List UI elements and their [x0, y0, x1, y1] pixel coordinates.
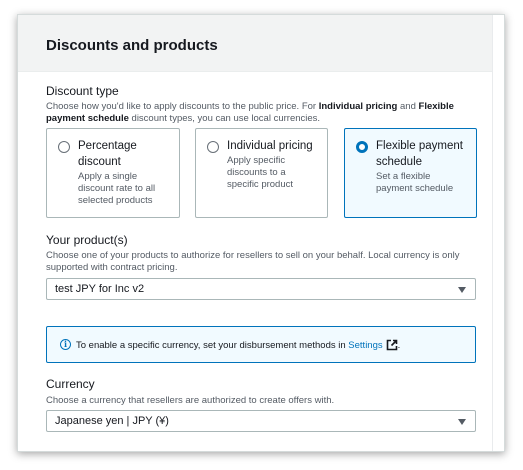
tile-title: Individual pricing — [227, 138, 313, 154]
info-alert: i To enable a specific currency, set you… — [46, 326, 476, 363]
tile-desc-line: payment schedule — [376, 183, 454, 194]
tile-description: Apply a single discount rate to all sele… — [78, 171, 155, 207]
tile-desc-line: discount rate to all — [78, 183, 156, 194]
caret-down-icon — [458, 419, 466, 425]
tile-desc-line: Apply a single — [78, 171, 138, 182]
caret-down-icon — [458, 287, 466, 293]
tile-percentage-discount[interactable]: Percentage discount Apply a single disco… — [46, 128, 180, 218]
products-label: Your product(s) — [46, 233, 128, 247]
tile-desc-line: Apply specific — [227, 155, 286, 166]
tile-title: Percentage discount — [78, 138, 137, 170]
info-message: To enable a specific currency, set your … — [76, 340, 349, 351]
scrollbar-track[interactable] — [492, 15, 504, 451]
desc-text: and — [397, 101, 419, 112]
tile-desc-line: discounts to a — [227, 167, 286, 178]
settings-link[interactable]: Settings — [348, 340, 382, 351]
currency-description: Choose a currency that resellers are aut… — [46, 395, 335, 406]
currency-select-value: Japanese yen | JPY (¥) — [55, 415, 169, 427]
products-description: Choose one of your products to authorize… — [46, 250, 460, 273]
tile-description: Apply specific discounts to a specific p… — [227, 155, 293, 191]
tile-individual-pricing[interactable]: Individual pricing Apply specific discou… — [195, 128, 328, 218]
currency-select[interactable]: Japanese yen | JPY (¥) — [46, 410, 476, 432]
tile-desc-line: selected products — [78, 195, 153, 206]
tile-title-line: Flexible payment — [376, 140, 463, 152]
desc-bold-individual: Individual pricing — [318, 101, 398, 112]
tile-description: Set a flexible payment schedule — [376, 171, 453, 195]
discount-type-description: Choose how you'd like to apply discounts… — [46, 101, 478, 125]
tile-title-line: Individual pricing — [227, 140, 313, 152]
panel-header: Discounts and products — [18, 15, 494, 72]
tile-title-line: Percentage — [78, 140, 137, 152]
tile-title-line: schedule — [376, 156, 423, 168]
product-select-value: test JPY for Inc v2 — [55, 283, 145, 295]
tile-flexible-payment-schedule[interactable]: Flexible payment schedule Set a flexible… — [344, 128, 477, 218]
discounts-panel: Discounts and products Discount type Cho… — [17, 14, 505, 452]
radio-flexible-payment-schedule[interactable] — [356, 141, 368, 153]
desc-text: discount types, you can use local curren… — [128, 113, 321, 124]
tile-desc-line: specific product — [227, 179, 294, 190]
desc-text: Choose how you'd like to apply discounts… — [46, 101, 319, 112]
tile-title: Flexible payment schedule — [376, 138, 463, 170]
external-link-icon[interactable] — [386, 339, 398, 351]
currency-label: Currency — [46, 377, 95, 391]
tile-desc-line: Set a flexible — [376, 171, 431, 182]
info-icon: i — [60, 339, 71, 350]
product-select[interactable]: test JPY for Inc v2 — [46, 278, 476, 300]
info-text: To enable a specific currency, set your … — [76, 339, 400, 351]
tile-title-line: discount — [78, 156, 121, 168]
panel-title: Discounts and products — [46, 37, 218, 54]
info-suffix: . — [397, 340, 401, 351]
radio-individual-pricing[interactable] — [207, 141, 219, 153]
discount-type-label: Discount type — [46, 84, 119, 98]
radio-percentage-discount[interactable] — [58, 141, 70, 153]
